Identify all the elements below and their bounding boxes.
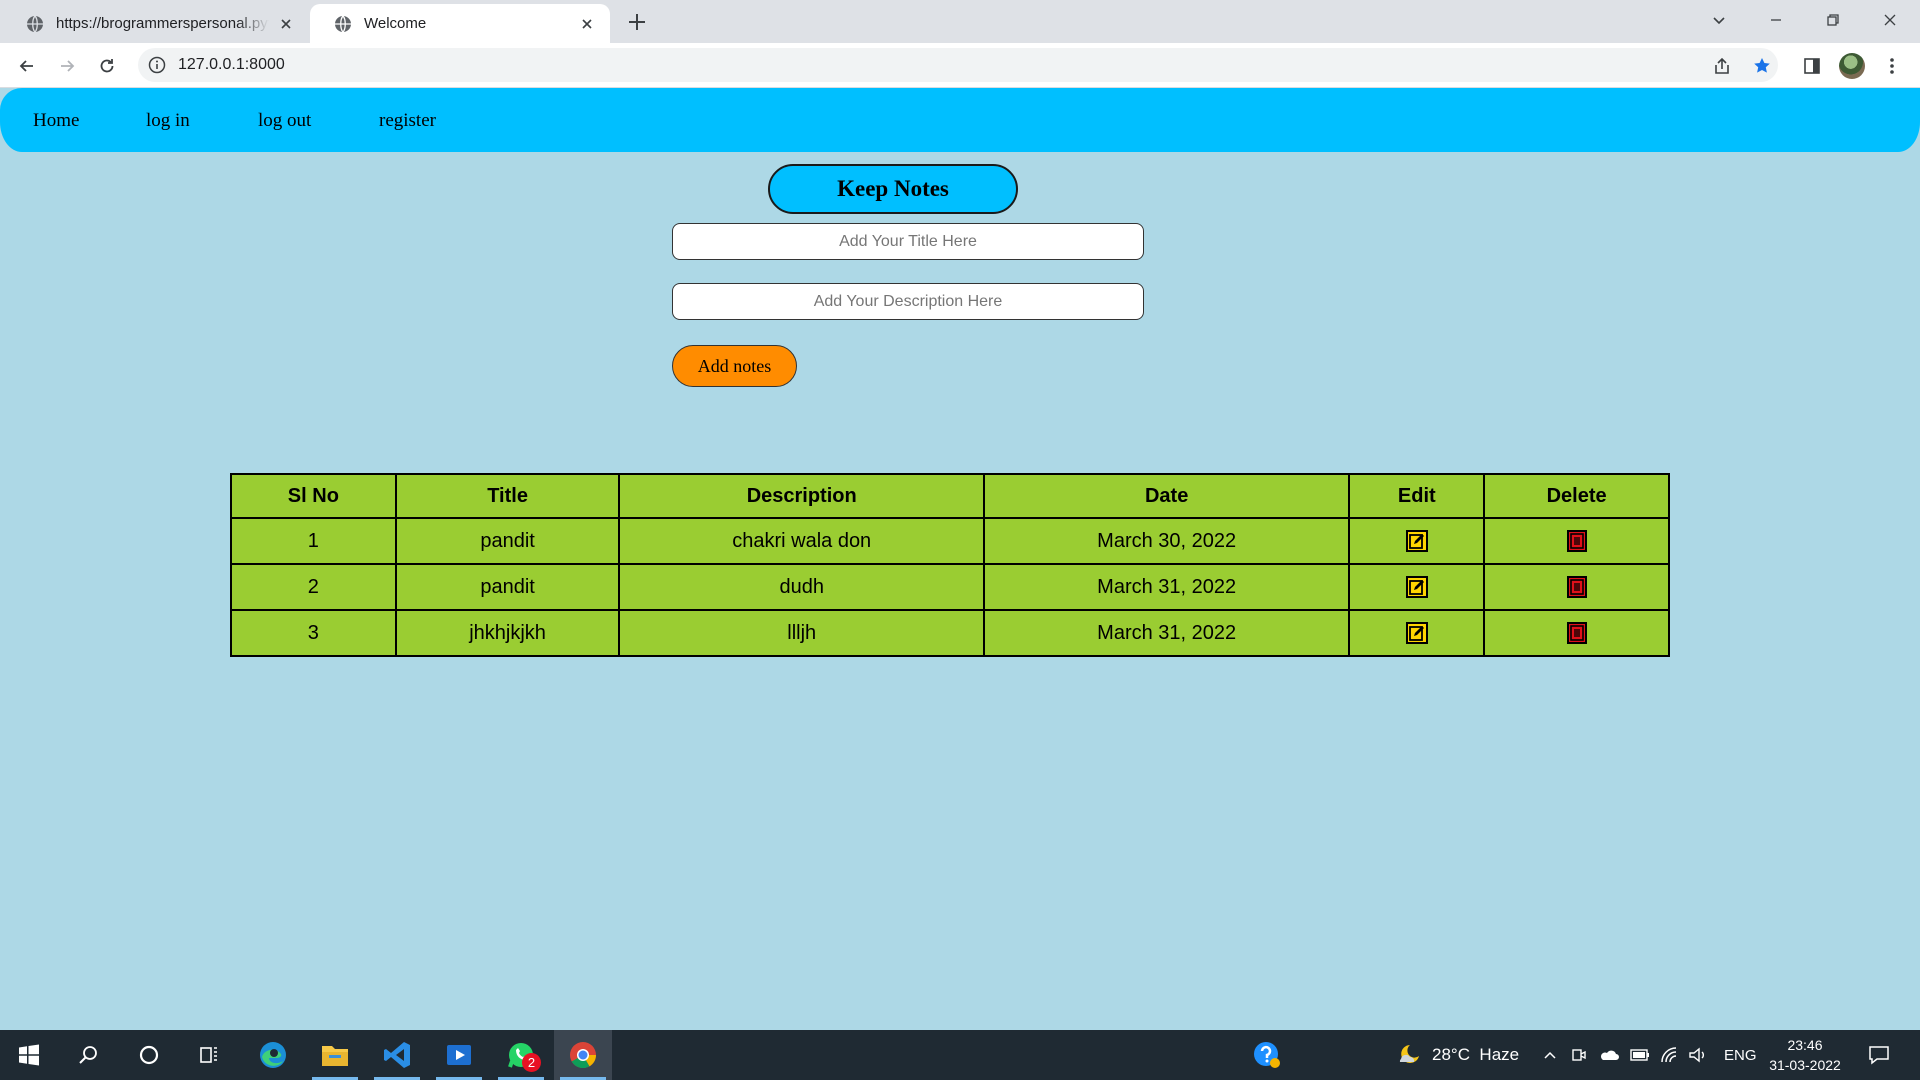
column-header: Sl No: [230, 473, 397, 519]
table-header-row: Sl No Title Description Date Edit Delete: [230, 473, 1670, 519]
cell-title: pandit: [394, 517, 621, 565]
tab-search-icon[interactable]: [1705, 6, 1733, 34]
battery-icon[interactable]: [1630, 1030, 1650, 1080]
address-bar[interactable]: 127.0.0.1:8000: [138, 48, 1778, 82]
help-icon[interactable]: [1238, 1030, 1296, 1080]
cell-date: March 30, 2022: [982, 517, 1351, 565]
trash-icon[interactable]: [1566, 622, 1588, 645]
minimize-icon[interactable]: [1762, 6, 1790, 34]
cell-delete: [1483, 563, 1670, 611]
cell-edit: [1348, 563, 1486, 611]
close-tab-icon[interactable]: [277, 15, 295, 33]
globe-icon: [27, 15, 43, 32]
cell-edit: [1348, 517, 1486, 565]
cell-date: March 31, 2022: [982, 563, 1351, 611]
bookmark-star-icon[interactable]: [1748, 52, 1776, 80]
cell-date: March 31, 2022: [982, 609, 1351, 657]
globe-icon: [335, 15, 351, 32]
cell-description: llljh: [618, 609, 985, 657]
close-tab-icon[interactable]: [578, 15, 596, 33]
menu-kebab-icon[interactable]: [1878, 52, 1906, 80]
cell-edit: [1348, 609, 1486, 657]
forward-icon[interactable]: [52, 51, 82, 81]
browser-tab-strip: https://brogrammerspersonal.pyt Welcome: [0, 0, 1920, 43]
edit-icon[interactable]: [1405, 622, 1428, 645]
browser-toolbar: 127.0.0.1:8000: [0, 43, 1920, 88]
weather-widget[interactable]: 28°C Haze: [1396, 1030, 1519, 1080]
cell-description: dudh: [618, 563, 985, 611]
weather-text: 28°C Haze: [1432, 1045, 1520, 1064]
cell-sl: 3: [230, 609, 397, 657]
table-row: 3 jhkhjkjkh llljh March 31, 2022: [230, 609, 1670, 657]
title-input[interactable]: [672, 223, 1144, 260]
whatsapp-badge: 2: [522, 1053, 541, 1072]
notifications-icon[interactable]: [1868, 1030, 1890, 1080]
share-icon[interactable]: [1708, 52, 1736, 80]
cell-delete: [1483, 609, 1670, 657]
moon-cloud-icon: [1399, 1045, 1419, 1063]
page-heading: Keep Notes: [768, 164, 1018, 214]
file-explorer-icon[interactable]: [306, 1030, 364, 1080]
column-header: Description: [618, 473, 985, 519]
clock-date: 31-03-2022: [1769, 1057, 1841, 1073]
windows-taskbar: 2 28°C Haze ENG 23:46 31-03-2022: [0, 1030, 1920, 1080]
tab-title: https://brogrammerspersonal.pyt: [56, 15, 269, 32]
vscode-icon[interactable]: [368, 1030, 426, 1080]
edit-icon[interactable]: [1405, 530, 1428, 553]
cell-title: jhkhjkjkh: [394, 609, 621, 657]
nav-login-link[interactable]: log in: [146, 110, 190, 132]
side-panel-icon[interactable]: [1798, 52, 1826, 80]
cell-delete: [1483, 517, 1670, 565]
windows-start-icon[interactable]: [0, 1030, 58, 1080]
wifi-icon[interactable]: [1660, 1030, 1680, 1080]
add-notes-button[interactable]: Add notes: [672, 345, 797, 387]
cell-sl: 1: [230, 517, 397, 565]
column-header: Delete: [1483, 473, 1670, 519]
nav-register-link[interactable]: register: [379, 110, 436, 132]
meet-now-icon[interactable]: [1570, 1030, 1588, 1080]
table-row: 2 pandit dudh March 31, 2022: [230, 563, 1670, 611]
language-indicator[interactable]: ENG: [1724, 1030, 1757, 1080]
cell-title: pandit: [394, 563, 621, 611]
volume-icon[interactable]: [1688, 1030, 1708, 1080]
media-player-icon[interactable]: [430, 1030, 488, 1080]
edge-browser-icon[interactable]: [244, 1030, 302, 1080]
nav-logout-link[interactable]: log out: [258, 110, 311, 132]
browser-tab-active[interactable]: Welcome: [310, 4, 610, 43]
system-clock[interactable]: 23:46 31-03-2022: [1760, 1035, 1850, 1075]
browser-tab[interactable]: https://brogrammerspersonal.pyt: [2, 4, 309, 43]
description-input[interactable]: [672, 283, 1144, 320]
tray-chevron-icon[interactable]: [1542, 1030, 1558, 1080]
trash-icon[interactable]: [1566, 576, 1588, 599]
back-icon[interactable]: [12, 51, 42, 81]
new-tab-icon[interactable]: [624, 9, 650, 35]
column-header: Title: [394, 473, 621, 519]
chrome-icon[interactable]: [554, 1030, 612, 1080]
edit-icon[interactable]: [1405, 576, 1428, 599]
cell-description: chakri wala don: [618, 517, 985, 565]
nav-home-link[interactable]: Home: [33, 110, 79, 132]
search-icon[interactable]: [60, 1030, 118, 1080]
reload-icon[interactable]: [92, 51, 122, 81]
column-header: Date: [982, 473, 1351, 519]
task-view-icon[interactable]: [180, 1030, 238, 1080]
onedrive-icon[interactable]: [1598, 1030, 1620, 1080]
cortana-icon[interactable]: [120, 1030, 178, 1080]
url-text: 127.0.0.1:8000: [178, 56, 285, 73]
notes-table: Sl No Title Description Date Edit Delete…: [230, 473, 1670, 657]
whatsapp-icon[interactable]: 2: [492, 1030, 550, 1080]
profile-avatar[interactable]: [1838, 52, 1866, 80]
restore-icon[interactable]: [1819, 6, 1847, 34]
trash-icon[interactable]: [1566, 530, 1588, 553]
info-icon[interactable]: [148, 56, 166, 74]
tab-title: Welcome: [364, 15, 427, 32]
site-navbar: Home log in log out register: [0, 88, 1920, 152]
cell-sl: 2: [230, 563, 397, 611]
table-row: 1 pandit chakri wala don March 30, 2022: [230, 517, 1670, 565]
column-header: Edit: [1348, 473, 1486, 519]
clock-time: 23:46: [1787, 1037, 1823, 1053]
close-window-icon[interactable]: [1876, 6, 1904, 34]
